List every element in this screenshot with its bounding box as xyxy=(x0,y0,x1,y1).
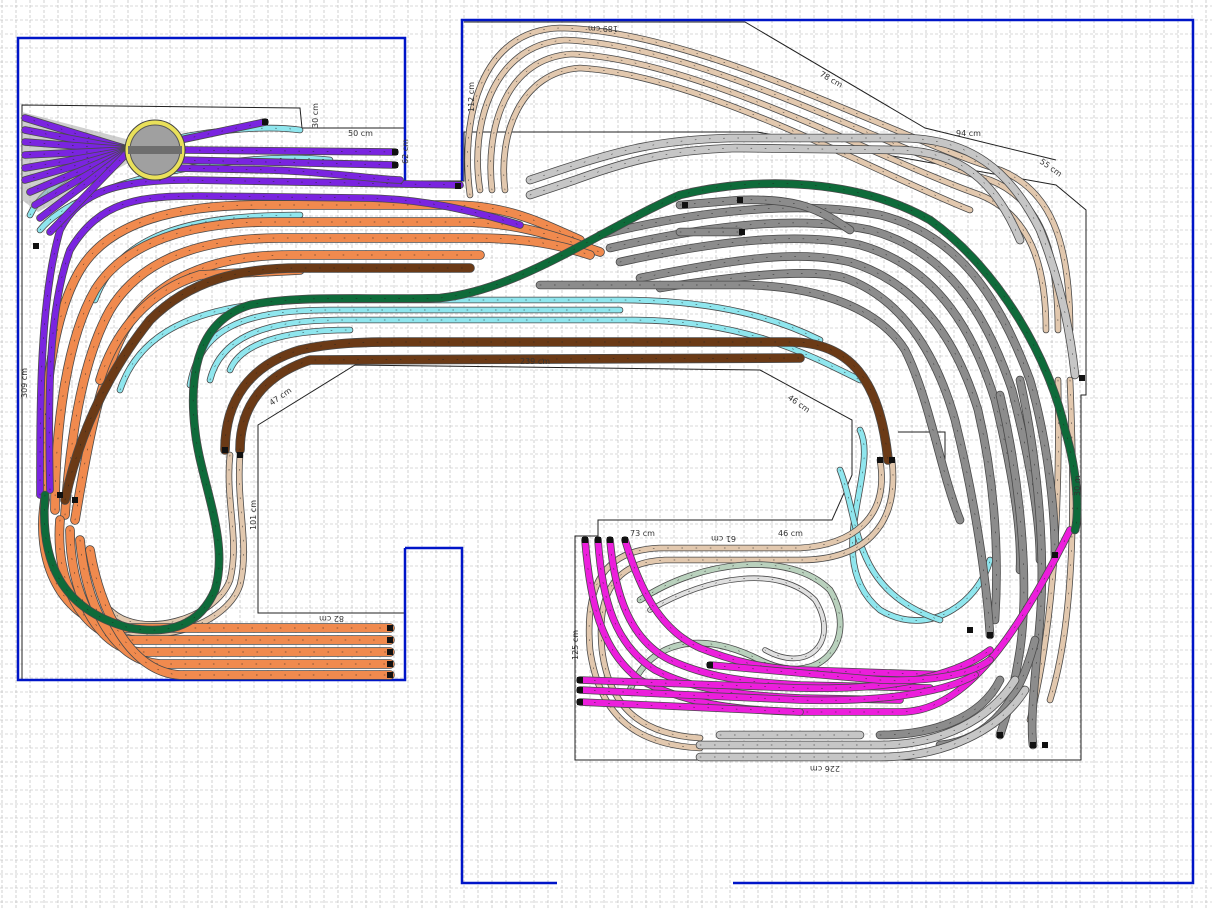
buffer-stop xyxy=(577,699,583,705)
buffer-stop xyxy=(607,537,613,543)
dim-label: 309 cm xyxy=(20,368,29,398)
buffer-stop xyxy=(1030,742,1036,748)
buffer-stop xyxy=(387,672,393,678)
buffer-stop xyxy=(33,243,39,249)
track-segment xyxy=(182,147,398,155)
dim-label: 62 cm xyxy=(401,139,410,164)
dim-label: 30 m xyxy=(1073,475,1082,496)
buffer-stop xyxy=(967,627,973,633)
buffer-stop xyxy=(997,732,1003,738)
buffer-stop xyxy=(577,687,583,693)
buffer-stop xyxy=(707,662,713,668)
buffer-stop xyxy=(739,229,745,235)
dim-label: 94 cm xyxy=(956,129,981,138)
buffer-stop xyxy=(595,537,601,543)
dim-label: 30 cm xyxy=(311,103,320,128)
dim-label: 50 cm xyxy=(348,129,373,138)
buffer-stop xyxy=(737,197,743,203)
turntable-bridge xyxy=(128,146,182,154)
buffer-stop xyxy=(392,162,398,168)
dim-label: 82 cm xyxy=(319,614,344,623)
buffer-stop xyxy=(387,625,393,631)
buffer-stop xyxy=(877,457,883,463)
buffer-stop xyxy=(222,447,228,453)
buffer-stop xyxy=(387,649,393,655)
buffer-stop xyxy=(262,119,268,125)
buffer-stop xyxy=(682,202,688,208)
dim-label: 189 cm xyxy=(588,24,618,33)
buffer-stop xyxy=(622,537,628,543)
buffer-stop xyxy=(889,457,895,463)
buffer-stop xyxy=(387,637,393,643)
buffer-stop xyxy=(237,452,243,458)
dim-label: 226 cm xyxy=(810,764,840,773)
dim-label: 239 cm xyxy=(520,357,550,366)
buffer-stop xyxy=(1042,742,1048,748)
buffer-stop xyxy=(582,537,588,543)
buffer-stop xyxy=(1052,552,1058,558)
dim-label: 61 cm xyxy=(711,534,736,543)
buffer-stop xyxy=(577,677,583,683)
track-plan-canvas: 189 cm 50 cm 112 cm 94 cm 55 cm 78 cm 30… xyxy=(0,0,1212,909)
dim-label: 112 cm xyxy=(467,82,476,112)
dim-label: 101 cm xyxy=(249,500,258,530)
dim-label: 73 cm xyxy=(630,529,655,538)
buffer-stop xyxy=(57,492,63,498)
buffer-stop xyxy=(72,497,78,503)
buffer-stop xyxy=(987,632,993,638)
buffer-stop xyxy=(455,183,461,189)
turntable xyxy=(124,119,186,181)
buffer-stop xyxy=(1079,375,1085,381)
dim-label: 46 cm xyxy=(778,529,803,538)
buffer-stop xyxy=(387,661,393,667)
buffer-stop xyxy=(392,149,398,155)
dim-label: 125 cm xyxy=(571,630,580,660)
